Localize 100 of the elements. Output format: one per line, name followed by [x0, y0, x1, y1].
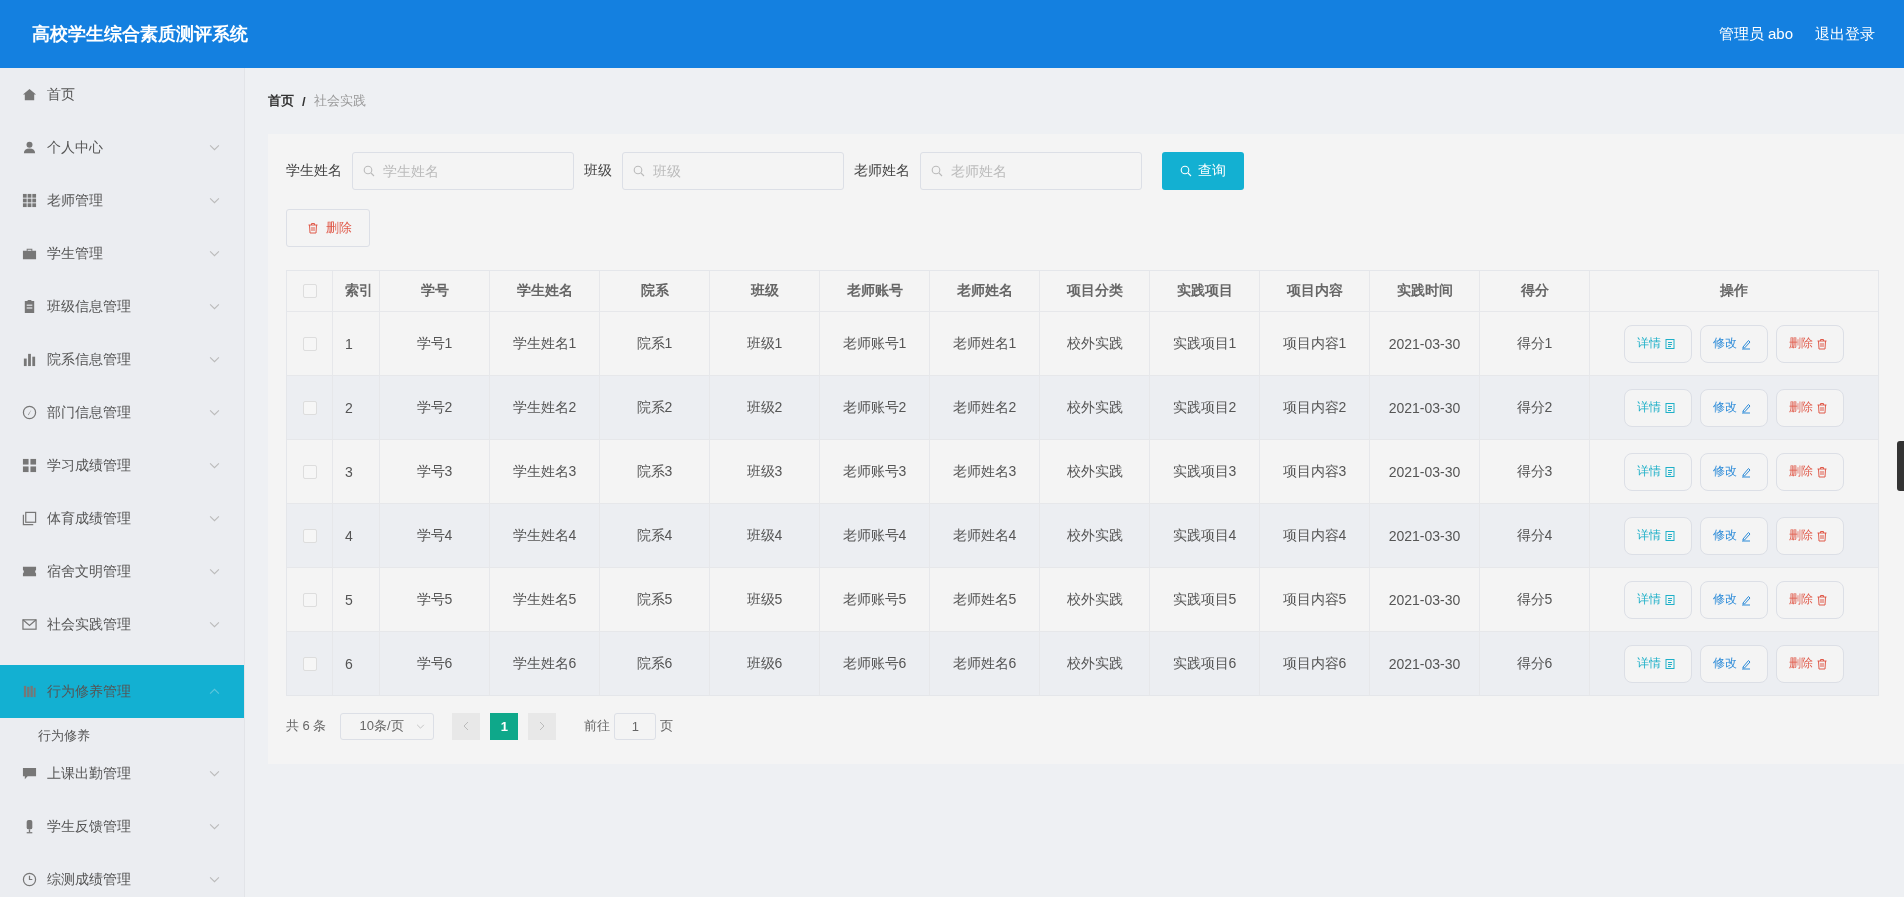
table-cell: 学号6 [380, 632, 490, 695]
copy-icon [22, 511, 37, 526]
table-cell: 院系4 [600, 504, 710, 567]
document-icon [1664, 401, 1676, 414]
table-cell: 院系2 [600, 376, 710, 439]
table-cell: 校外实践 [1040, 632, 1150, 695]
logout-link[interactable]: 退出登录 [1815, 24, 1875, 44]
table-cell: 老师姓名2 [930, 376, 1040, 439]
page-size-select[interactable]: 10条/页 [340, 712, 435, 740]
trash-icon [1816, 401, 1828, 414]
row-checkbox[interactable] [302, 400, 317, 415]
sidebar-item[interactable]: 老师管理 [0, 174, 244, 227]
chevron-icon [209, 462, 220, 469]
sidebar-item[interactable]: 个人中心 [0, 121, 244, 174]
table-cell: 2021-03-30 [1370, 632, 1480, 695]
clock-icon [22, 872, 37, 887]
table-cell: 校外实践 [1040, 376, 1150, 439]
detail-button[interactable]: 详情 [1624, 644, 1692, 683]
column-header: 项目分类 [1040, 271, 1150, 311]
delete-button[interactable]: 删除 [1776, 388, 1844, 427]
chevron-icon [209, 144, 220, 151]
chevron-icon [209, 823, 220, 830]
edit-button[interactable]: 修改 [1700, 644, 1768, 683]
table-cell: 院系6 [600, 632, 710, 695]
column-header: 班级 [710, 271, 820, 311]
search-field[interactable]: 学生姓名 [352, 152, 574, 190]
delete-button[interactable]: 删除 [286, 209, 370, 247]
prev-page-button[interactable] [452, 712, 481, 740]
sidebar-item[interactable]: 社会实践管理 [0, 598, 244, 651]
sidebar-item[interactable]: 综测成绩管理 [0, 853, 244, 897]
delete-button[interactable]: 删除 [1776, 324, 1844, 363]
sidebar-item[interactable]: 部门信息管理 [0, 386, 244, 439]
edit-button[interactable]: 修改 [1700, 388, 1768, 427]
table-cell: 学生姓名4 [490, 504, 600, 567]
chevron-icon [209, 876, 220, 883]
table-cell: 得分2 [1480, 376, 1590, 439]
row-checkbox[interactable] [302, 464, 317, 479]
row-checkbox[interactable] [302, 592, 317, 607]
table-cell: 学号2 [380, 376, 490, 439]
table-cell: 2021-03-30 [1370, 376, 1480, 439]
sidebar-item[interactable]: 行为修养管理 [0, 665, 244, 718]
chevron-right-icon [539, 721, 546, 731]
chevron-icon [209, 621, 220, 628]
delete-button[interactable]: 删除 [1776, 580, 1844, 619]
sidebar-item[interactable]: 学习成绩管理 [0, 439, 244, 492]
sidebar-item[interactable]: 上课出勤管理 [0, 747, 244, 800]
sidebar-item[interactable]: 首页 [0, 68, 244, 121]
column-header: 院系 [600, 271, 710, 311]
sidebar-item[interactable]: 学生反馈管理 [0, 800, 244, 853]
edit-button[interactable]: 修改 [1700, 516, 1768, 555]
detail-button[interactable]: 详情 [1624, 388, 1692, 427]
table-cell: 老师账号2 [820, 376, 930, 439]
breadcrumb-separator: / [302, 93, 306, 109]
document-icon [1664, 529, 1676, 542]
chevron-icon [416, 723, 426, 729]
edit-button[interactable]: 修改 [1700, 580, 1768, 619]
table-cell: 项目内容2 [1260, 376, 1370, 439]
row-checkbox[interactable] [302, 656, 317, 671]
detail-button[interactable]: 详情 [1624, 516, 1692, 555]
column-header: 老师姓名 [930, 271, 1040, 311]
sidebar-item[interactable]: 宿舍文明管理 [0, 545, 244, 598]
delete-button[interactable]: 删除 [1776, 644, 1844, 683]
page-button[interactable]: 1 [490, 712, 519, 740]
edit-button[interactable]: 修改 [1700, 452, 1768, 491]
column-header: 得分 [1480, 271, 1590, 311]
chevron-icon [209, 303, 220, 310]
detail-button[interactable]: 详情 [1624, 580, 1692, 619]
breadcrumb-link[interactable]: 首页 [268, 92, 294, 110]
detail-button[interactable]: 详情 [1624, 324, 1692, 363]
pencil-icon [1740, 529, 1752, 542]
submenu-item[interactable]: 行为修养 [38, 725, 90, 747]
document-icon [1664, 657, 1676, 670]
column-header: 操作 [1719, 281, 1749, 300]
table-cell: 班级6 [710, 632, 820, 695]
sidebar-item[interactable]: 院系信息管理 [0, 333, 244, 386]
detail-button[interactable]: 详情 [1624, 452, 1692, 491]
delete-button[interactable]: 删除 [1776, 516, 1844, 555]
delete-button[interactable]: 删除 [1776, 452, 1844, 491]
table-cell: 老师账号4 [820, 504, 930, 567]
sidebar-item[interactable]: 体育成绩管理 [0, 492, 244, 545]
table-cell: 班级4 [710, 504, 820, 567]
trash-icon [307, 222, 319, 234]
sidebar-item[interactable]: 学生管理 [0, 227, 244, 280]
scrollbar-thumb[interactable] [1897, 441, 1904, 491]
clipboard-icon [22, 299, 37, 314]
sidebar-item[interactable]: 班级信息管理 [0, 280, 244, 333]
column-header: 索引 [333, 271, 380, 311]
search-button[interactable]: 查询 [1162, 152, 1244, 190]
next-page-button[interactable] [528, 712, 557, 740]
table-cell: 得分4 [1480, 504, 1590, 567]
edit-button[interactable]: 修改 [1700, 324, 1768, 363]
search-icon [931, 165, 943, 177]
row-checkbox[interactable] [302, 336, 317, 351]
page-suffix: 页 [660, 717, 674, 735]
pencil-icon [1740, 657, 1752, 670]
table-cell: 2 [333, 376, 380, 439]
chevron-icon [209, 515, 220, 522]
row-checkbox[interactable] [302, 528, 317, 543]
page-input[interactable]: 1 [614, 712, 657, 740]
select-all-checkbox[interactable] [302, 284, 317, 298]
